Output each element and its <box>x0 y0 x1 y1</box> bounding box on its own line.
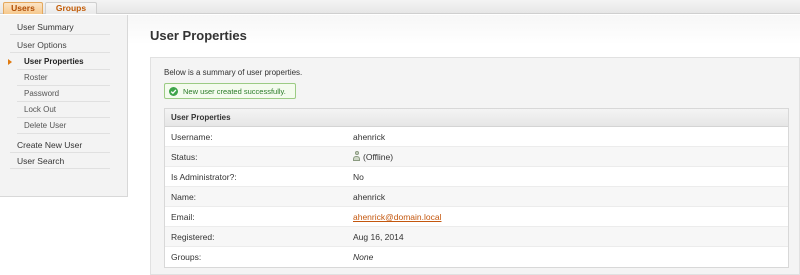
table-body: Username: ahenrick Status: (Offline) Is … <box>165 127 788 267</box>
table-row: Email: ahenrick@domain.local <box>165 207 788 227</box>
sidebar-item-delete-user[interactable]: Delete User <box>17 118 110 134</box>
table-row: Groups: None <box>165 247 788 267</box>
user-offline-icon <box>353 151 360 161</box>
summary-text: Below is a summary of user properties. <box>164 68 303 77</box>
top-tab-bar: Users Groups <box>0 0 800 14</box>
table-row: Is Administrator?: No <box>165 167 788 187</box>
row-value-name: ahenrick <box>353 192 386 202</box>
user-properties-table: User Properties Username: ahenrick Statu… <box>164 108 789 268</box>
sidebar-item-create-new-user[interactable]: Create New User <box>10 137 110 153</box>
row-label-groups: Groups: <box>171 252 202 262</box>
table-header: User Properties <box>165 109 788 127</box>
sidebar-item-user-properties[interactable]: User Properties <box>8 54 110 70</box>
row-value-is-admin: No <box>353 172 364 182</box>
row-label-name: Name: <box>171 192 197 202</box>
table-row: Status: (Offline) <box>165 147 788 167</box>
sidebar-item-user-options[interactable]: User Options <box>10 37 110 53</box>
page-title: User Properties <box>150 28 247 43</box>
check-circle-icon <box>169 87 178 96</box>
sidebar: User Summary User Options User Propertie… <box>0 15 128 197</box>
sidebar-item-label: User Properties <box>24 57 84 66</box>
sidebar-item-lock-out[interactable]: Lock Out <box>17 102 110 118</box>
row-value-status: (Offline) <box>353 147 393 167</box>
row-value-groups: None <box>353 252 374 262</box>
sidebar-item-password[interactable]: Password <box>17 86 110 102</box>
row-label-registered: Registered: <box>171 232 215 242</box>
row-label-status: Status: <box>171 152 198 162</box>
tab-groups[interactable]: Groups <box>45 2 97 14</box>
row-value-registered: Aug 16, 2014 <box>353 232 404 242</box>
sidebar-item-user-search[interactable]: User Search <box>10 153 110 169</box>
success-message-text: New user created successfully. <box>183 87 286 96</box>
email-link[interactable]: ahenrick@domain.local <box>353 207 441 227</box>
sidebar-item-user-summary[interactable]: User Summary <box>10 19 110 35</box>
success-message-box: New user created successfully. <box>164 83 296 99</box>
row-label-username: Username: <box>171 132 213 142</box>
table-row: Registered: Aug 16, 2014 <box>165 227 788 247</box>
table-row: Name: ahenrick <box>165 187 788 207</box>
row-label-is-admin: Is Administrator?: <box>171 172 237 182</box>
main-content: User Properties Below is a summary of us… <box>128 15 800 275</box>
table-row: Username: ahenrick <box>165 127 788 147</box>
status-text: (Offline) <box>363 152 394 162</box>
selected-arrow-icon <box>8 59 12 65</box>
content-panel: Below is a summary of user properties. N… <box>150 57 800 275</box>
tab-users[interactable]: Users <box>3 2 43 14</box>
sidebar-item-roster[interactable]: Roster <box>17 70 110 86</box>
row-value-username: ahenrick <box>353 132 386 142</box>
row-label-email: Email: <box>171 212 195 222</box>
